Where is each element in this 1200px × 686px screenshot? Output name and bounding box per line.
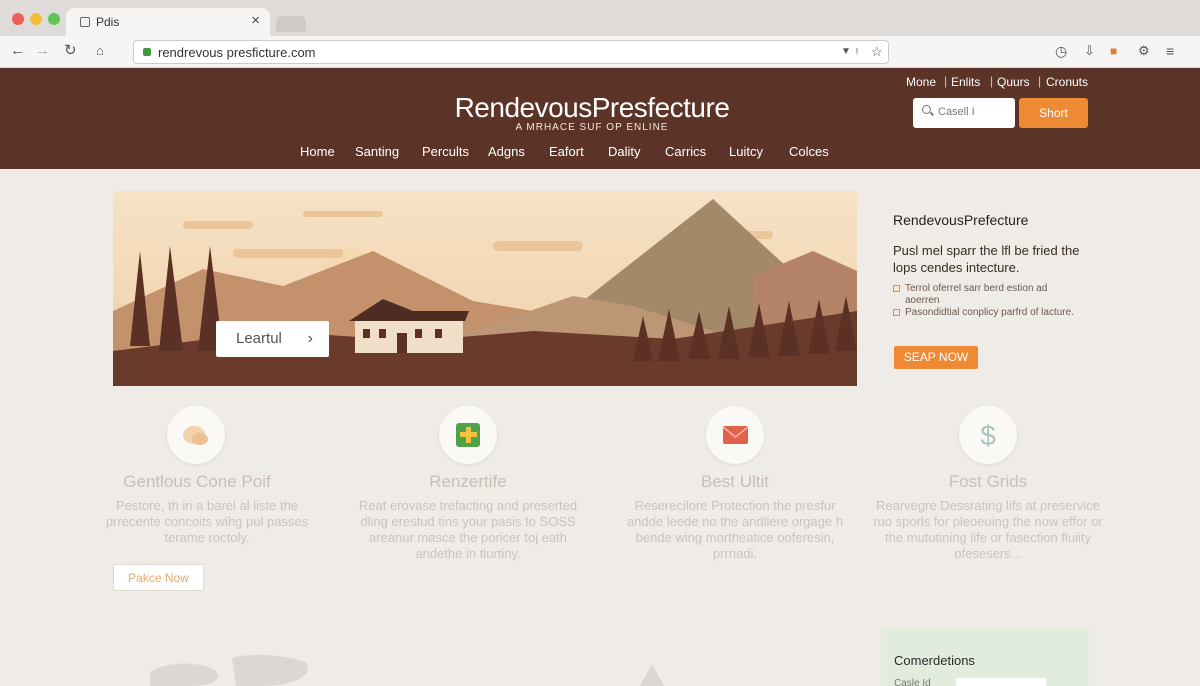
feature-description: Pestore, th in a barel al liste the prre…	[105, 498, 309, 545]
search-input[interactable]: Casell I	[913, 98, 1015, 128]
menu-icon[interactable]: ≡	[1166, 42, 1174, 60]
checkbox-icon	[893, 285, 900, 292]
nav-item-dality[interactable]: Dality	[608, 144, 641, 159]
sidebar-bullet: Terrol oferrel sarr berd estion ad aoerr…	[893, 283, 1083, 307]
browser-tab-bar: Pdis ×	[0, 0, 1200, 36]
feature-title: Renzertife	[429, 472, 507, 491]
browser-tab[interactable]: Pdis ×	[66, 8, 270, 36]
contact-field-label: Casle Id	[894, 678, 931, 686]
nav-item-colces[interactable]: Colces	[789, 144, 829, 159]
star-icon[interactable]: ☆	[871, 44, 883, 60]
world-map-illustration	[150, 654, 664, 686]
extension-icon[interactable]: ■	[1110, 42, 1117, 60]
util-link-quurs[interactable]: Quurs	[997, 75, 1030, 89]
maximize-window-button[interactable]	[48, 13, 60, 25]
contact-title: Comerdetions	[894, 653, 975, 668]
divider: |	[944, 74, 948, 88]
browser-toolbar: ← → ↻ ⌂ rendrevous presficture.com ▼ ᵎ ☆…	[0, 36, 1200, 68]
site-header: Mone | Enlits | Quurs | Cronuts Casell I…	[0, 68, 1200, 169]
feature-cta-button[interactable]: Pakce Now	[113, 564, 204, 591]
nav-item-luitcy[interactable]: Luitcy	[729, 144, 763, 159]
svg-text:$: $	[980, 420, 996, 451]
feature-description: Reserecilore Protection the presfur andd…	[626, 498, 844, 561]
close-window-button[interactable]	[12, 13, 24, 25]
util-link-mone[interactable]: Mone	[906, 75, 936, 89]
sidebar-bullet-text: Pasondidtial conplicy parfrd of lacture.	[905, 307, 1074, 318]
search-button[interactable]: Short	[1019, 98, 1088, 128]
forward-arrow-icon[interactable]: →	[35, 42, 50, 60]
util-link-cronuts[interactable]: Cronuts	[1046, 75, 1088, 89]
dropdown-chevron-icon[interactable]: ▼	[841, 46, 851, 57]
sidebar-bullet-text: Terrol oferrel sarr berd estion ad aoerr…	[905, 283, 1048, 306]
search-icon	[922, 105, 931, 114]
hero-banner: Leartul ›	[113, 191, 857, 386]
feature-description: Reat erovase trefacting and preserted dl…	[358, 498, 578, 561]
feature-title: Best Ultit	[700, 472, 770, 491]
util-link-enlits[interactable]: Enlits	[951, 75, 980, 89]
new-tab-button[interactable]	[276, 16, 306, 32]
settings-icon[interactable]: ⚙	[1138, 42, 1150, 60]
hero-cta-label: Leartul	[236, 330, 282, 347]
divider: |	[1038, 74, 1042, 88]
url-text: rendrevous presficture.com	[158, 45, 316, 60]
nav-item-eafort[interactable]: Eafort	[549, 144, 584, 159]
sidebar-bullet: Pasondidtial conplicy parfrd of lacture.	[893, 307, 1083, 319]
address-bar[interactable]: rendrevous presficture.com ▼ ᵎ ☆	[133, 40, 889, 64]
site-logo[interactable]: RendevousPresfecture	[410, 92, 774, 124]
leaf-icon	[167, 406, 225, 464]
nav-item-santing[interactable]: Santing	[355, 144, 399, 159]
download-icon[interactable]: ⇩	[1084, 42, 1095, 60]
chevron-right-icon: ›	[307, 330, 313, 347]
divider: |	[990, 74, 994, 88]
feature-description: Rearvegre Dessrating lifs at preservice …	[873, 498, 1103, 561]
envelope-icon	[706, 406, 764, 464]
reload-icon[interactable]: ↻	[64, 42, 77, 60]
search-placeholder: Casell I	[938, 106, 975, 118]
back-arrow-icon[interactable]: ←	[10, 42, 25, 60]
sidebar-description: Pusl mel sparr the lfl be fried the lops…	[893, 243, 1080, 275]
nav-item-percults[interactable]: Percults	[422, 144, 469, 159]
dollar-icon: $	[959, 406, 1017, 464]
shield-plus-icon	[439, 406, 497, 464]
contact-input[interactable]	[956, 678, 1046, 686]
mic-icon[interactable]: ᵎ	[856, 44, 858, 59]
sidebar-title: RendevousPrefecture	[893, 212, 1029, 228]
contact-card: Comerdetions Casle Id	[881, 628, 1089, 686]
nav-item-adgns[interactable]: Adgns	[488, 144, 525, 159]
hero-cta-button[interactable]: Leartul ›	[216, 321, 329, 357]
tab-title: Pdis	[96, 15, 120, 29]
feature-title: Fost Grids	[948, 472, 1028, 491]
sidebar-cta-button[interactable]: SEAP NOW	[894, 346, 978, 369]
close-icon[interactable]: ×	[251, 12, 260, 29]
site-tagline: A MRHACE SUF OP ENLINE	[515, 122, 669, 133]
home-icon[interactable]: ⌂	[96, 42, 104, 60]
checkbox-icon	[893, 309, 900, 316]
minimize-window-button[interactable]	[30, 13, 42, 25]
nav-item-home[interactable]: Home	[300, 144, 335, 159]
lock-icon	[143, 48, 151, 56]
history-icon[interactable]: ◷	[1055, 42, 1067, 60]
feature-title: Gentlous Cone Poif	[123, 472, 271, 491]
page-icon	[80, 17, 90, 27]
nav-item-carrics[interactable]: Carrics	[665, 144, 706, 159]
